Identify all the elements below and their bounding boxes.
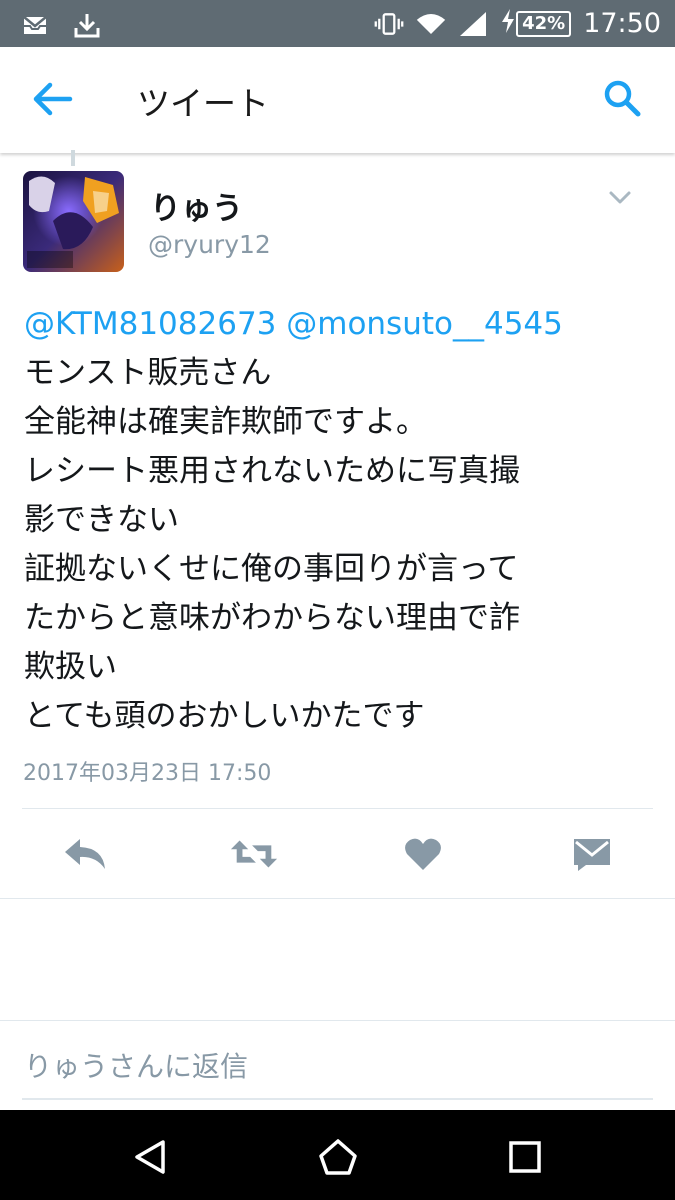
tweet-line: 欺扱い	[24, 649, 117, 685]
chevron-down-icon	[609, 191, 631, 204]
tweet-menu-button[interactable]	[607, 186, 633, 208]
reply-button[interactable]	[60, 833, 110, 875]
tweet-line: たからと意味がわからない理由で詐	[24, 600, 520, 636]
nav-back-button[interactable]	[128, 1135, 172, 1179]
user-handle[interactable]: @ryury12	[148, 230, 271, 259]
tweet-line: レシート悪用されないために写真撮	[24, 453, 520, 489]
signal-icon	[458, 9, 488, 39]
reply-input[interactable]: りゅうさんに返信	[24, 1045, 248, 1085]
tweet-line: とても頭のおかしいかたです	[24, 698, 425, 734]
tweet-timestamp: 2017年03月23日 17:50	[23, 761, 272, 786]
nav-recents-icon	[509, 1141, 541, 1173]
tweet-actions	[0, 815, 675, 895]
tweet-line: 全能神は確実詐欺師ですよ。	[24, 404, 427, 440]
tweet-line: 証拠ないくせに俺の事回りが言って	[24, 551, 519, 587]
tweet-text: @KTM81082673 @monsuto__4545 モンスト販売さん 全能神…	[24, 300, 654, 741]
nav-recents-button[interactable]	[503, 1135, 547, 1179]
nav-home-button[interactable]	[316, 1135, 360, 1179]
direct-message-button[interactable]	[567, 833, 617, 875]
retweet-button[interactable]	[229, 833, 279, 875]
page-title: ツイート	[137, 84, 269, 123]
battery-level: 42%	[516, 10, 572, 37]
nav-back-icon	[135, 1140, 165, 1174]
search-icon	[604, 80, 641, 117]
search-button[interactable]	[601, 77, 643, 119]
like-button[interactable]	[398, 833, 448, 875]
mail-icon	[20, 10, 50, 40]
like-icon	[405, 838, 441, 870]
wifi-icon	[416, 9, 446, 39]
status-clock: 17:50	[583, 8, 661, 39]
tweet-line: モンスト販売さん	[24, 355, 272, 391]
download-icon	[72, 10, 102, 40]
divider	[22, 808, 653, 809]
tweet-mentions[interactable]: @KTM81082673 @monsuto__4545	[24, 300, 654, 349]
app-bar: ツイート	[0, 47, 675, 153]
direct-message-icon	[574, 839, 610, 871]
arrow-left-icon	[33, 82, 73, 116]
system-nav-bar	[0, 1110, 675, 1200]
reply-input-underline	[22, 1098, 653, 1100]
back-button[interactable]	[30, 79, 76, 119]
display-name[interactable]: りゅう	[150, 183, 243, 228]
charging-icon	[500, 8, 516, 39]
thread-connector	[71, 150, 75, 166]
nav-home-icon	[319, 1139, 357, 1175]
vibrate-icon	[374, 9, 404, 39]
battery-indicator: 42%	[500, 8, 572, 39]
reply-icon	[65, 839, 105, 869]
divider	[0, 1020, 675, 1021]
status-bar: 42% 17:50	[0, 0, 675, 47]
avatar[interactable]	[23, 171, 124, 272]
retweet-icon	[230, 840, 278, 868]
divider	[0, 898, 675, 899]
tweet-line: 影できない	[24, 502, 179, 538]
